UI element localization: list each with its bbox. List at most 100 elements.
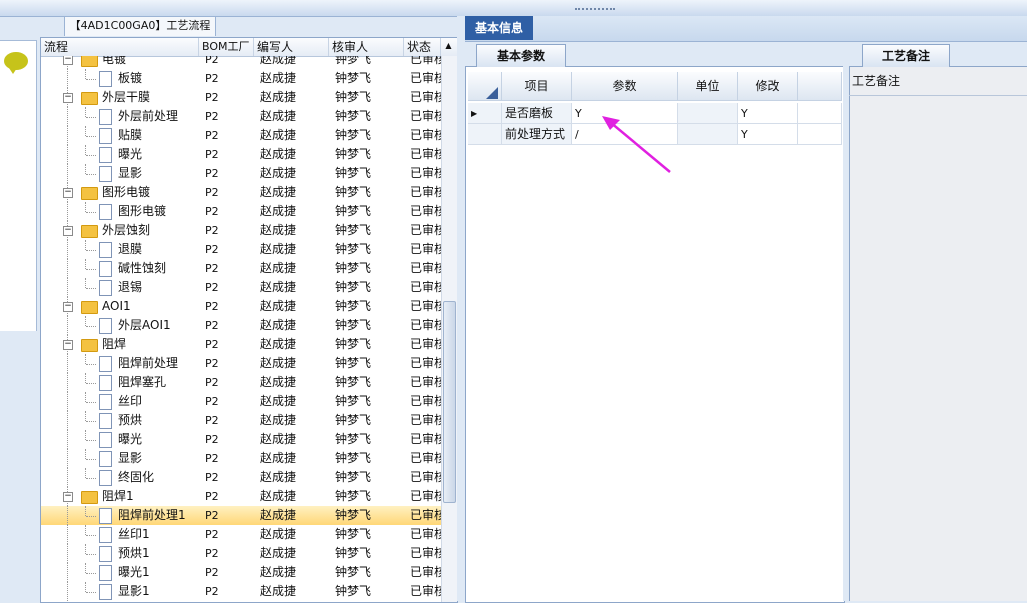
collapse-icon[interactable]: − [63,492,73,502]
writer-cell: 赵成捷 [260,489,297,503]
status-cell: 已审核 [410,185,441,199]
tree-step-row[interactable]: 丝印1 P2 赵成捷 钟梦飞 已审核 [41,525,441,544]
writer-cell: 赵成捷 [260,299,297,313]
tree-step-row[interactable]: 阻焊前处理 P2 赵成捷 钟梦飞 已审核 [41,354,441,373]
bom-factory-cell: P2 [205,167,219,180]
tree-line [86,459,96,460]
tree-line [67,145,68,164]
collapse-icon[interactable]: − [63,302,73,312]
tree-step-row[interactable]: 图形电镀 P2 赵成捷 钟梦飞 已审核 [41,202,441,221]
tree-step-row[interactable]: 贴膜 P2 赵成捷 钟梦飞 已审核 [41,126,441,145]
writer-cell: 赵成捷 [260,128,297,142]
tree-line [86,364,96,365]
panel-splitter[interactable] [457,16,465,601]
tree-line [86,402,96,403]
tree-line [85,164,86,174]
document-icon [99,470,112,486]
cell-modify[interactable]: Y [738,103,798,124]
tree-step-row[interactable]: 丝印 P2 赵成捷 钟梦飞 已审核 [41,392,441,411]
tree-step-row[interactable]: 外层AOI1 P2 赵成捷 钟梦飞 已审核 [41,316,441,335]
cell-filler [798,124,842,145]
collapse-icon[interactable]: − [63,188,73,198]
tree-step-row[interactable]: 曝光1 P2 赵成捷 钟梦飞 已审核 [41,563,441,582]
tree-line [67,107,68,126]
writer-cell: 赵成捷 [260,375,297,389]
writer-cell: 赵成捷 [260,261,297,275]
tree-folder-row[interactable]: − AOI1 P2 赵成捷 钟梦飞 已审核 [41,297,441,316]
column-header-reviewer[interactable]: 核审人 [329,38,404,56]
scroll-up-arrow-icon[interactable]: ▲ [441,38,456,54]
tree-folder-row[interactable]: − 图形电镀 P2 赵成捷 钟梦飞 已审核 [41,183,441,202]
tree-step-row[interactable]: 外层前处理 P2 赵成捷 钟梦飞 已审核 [41,107,441,126]
tree-folder-row[interactable]: − 外层干膜 P2 赵成捷 钟梦飞 已审核 [41,88,441,107]
cell-unit[interactable] [678,103,738,124]
writer-cell: 赵成捷 [260,413,297,427]
cell-modify[interactable]: Y [738,124,798,145]
status-cell: 已审核 [410,223,441,237]
tree-step-row[interactable]: 曝光 P2 赵成捷 钟梦飞 已审核 [41,430,441,449]
tree-node-label: 阻焊前处理1 [118,508,186,522]
column-header-writer[interactable]: 编写人 [254,38,329,56]
tree-scrollbar-thumb[interactable] [443,301,456,503]
column-header-bom-factory[interactable]: BOM工厂 [199,38,254,56]
tree-step-row[interactable]: 退锡 P2 赵成捷 钟梦飞 已审核 [41,278,441,297]
annotation-arrow-icon [602,116,671,173]
tree-node-label: 曝光 [118,147,143,161]
collapse-icon[interactable]: − [63,340,73,350]
tree-step-row[interactable]: 预烘1 P2 赵成捷 钟梦飞 已审核 [41,544,441,563]
grid-header-item[interactable]: 项目 [502,72,572,101]
tab-basic-info[interactable]: 基本信息 [465,16,533,40]
writer-cell: 赵成捷 [260,394,297,408]
reviewer-cell: 钟梦飞 [335,90,372,104]
tree-line [85,126,86,136]
column-header-flow[interactable]: 流程 [41,38,199,56]
tree-step-row[interactable]: 显影1 P2 赵成捷 钟梦飞 已审核 [41,582,441,601]
grid-header-param[interactable]: 参数 [572,72,678,101]
tree-node-label: 阻焊塞孔 [118,375,167,389]
writer-cell: 赵成捷 [260,318,297,332]
tree-step-row[interactable]: 预烘 P2 赵成捷 钟梦飞 已审核 [41,411,441,430]
collapse-icon[interactable]: − [63,56,73,65]
tree-step-row[interactable]: 碱性蚀刻 P2 赵成捷 钟梦飞 已审核 [41,259,441,278]
tree-step-row[interactable]: 退膜 P2 赵成捷 钟梦飞 已审核 [41,240,441,259]
process-tree-panel: 流程 BOM工厂 编写人 核审人 状态 ▲ −电镀P2赵成捷钟梦飞已审核板镀P2… [40,37,458,603]
tree-step-row[interactable]: 显影 P2 赵成捷 钟梦飞 已审核 [41,164,441,183]
bom-factory-cell: P2 [205,338,219,351]
bom-factory-cell: P2 [205,452,219,465]
status-cell: 已审核 [410,546,441,560]
column-header-status[interactable]: 状态 [404,38,441,56]
top-splitter-grip[interactable] [575,8,615,14]
bom-factory-cell: P2 [205,281,219,294]
folder-icon [81,56,98,67]
grid-header-modify[interactable]: 修改 [738,72,798,101]
tree-node-label: 预烘1 [118,546,150,560]
tree-rows: −电镀P2赵成捷钟梦飞已审核板镀P2赵成捷钟梦飞已审核−外层干膜P2赵成捷钟梦飞… [41,56,441,602]
reviewer-cell: 钟梦飞 [335,394,372,408]
bom-factory-cell: P2 [205,243,219,256]
row-indicator[interactable]: ▶ [468,103,502,124]
tree-line [67,240,68,259]
tree-step-row[interactable]: 板镀 P2 赵成捷 钟梦飞 已审核 [41,69,441,88]
cell-unit[interactable] [678,124,738,145]
collapse-icon[interactable]: − [63,226,73,236]
tree-line [67,392,68,411]
tree-folder-row[interactable]: − 阻焊1 P2 赵成捷 钟梦飞 已审核 [41,487,441,506]
tree-step-row[interactable]: 显影 P2 赵成捷 钟梦飞 已审核 [41,449,441,468]
collapse-icon[interactable]: − [63,93,73,103]
tree-step-row[interactable]: 阻焊前处理1 P2 赵成捷 钟梦飞 已审核 [41,506,441,525]
tree-folder-row[interactable]: − 电镀 P2 赵成捷 钟梦飞 已审核 [41,56,441,69]
tree-folder-row[interactable]: − 外层蚀刻 P2 赵成捷 钟梦飞 已审核 [41,221,441,240]
tree-line [85,544,86,554]
tree-node-label: 终固化 [118,470,155,484]
reviewer-cell: 钟梦飞 [335,71,372,85]
tab-basic-params[interactable]: 基本参数 [476,44,566,67]
tree-step-row[interactable]: 阻焊塞孔 P2 赵成捷 钟梦飞 已审核 [41,373,441,392]
grid-header-unit[interactable]: 单位 [678,72,738,101]
tab-process-notes[interactable]: 工艺备注 [862,44,950,67]
row-indicator[interactable] [468,124,502,145]
tree-line [85,354,86,364]
tree-folder-row[interactable]: − 阻焊 P2 赵成捷 钟梦飞 已审核 [41,335,441,354]
tree-step-row[interactable]: 终固化 P2 赵成捷 钟梦飞 已审核 [41,468,441,487]
tree-line [85,392,86,402]
tree-step-row[interactable]: 曝光 P2 赵成捷 钟梦飞 已审核 [41,145,441,164]
